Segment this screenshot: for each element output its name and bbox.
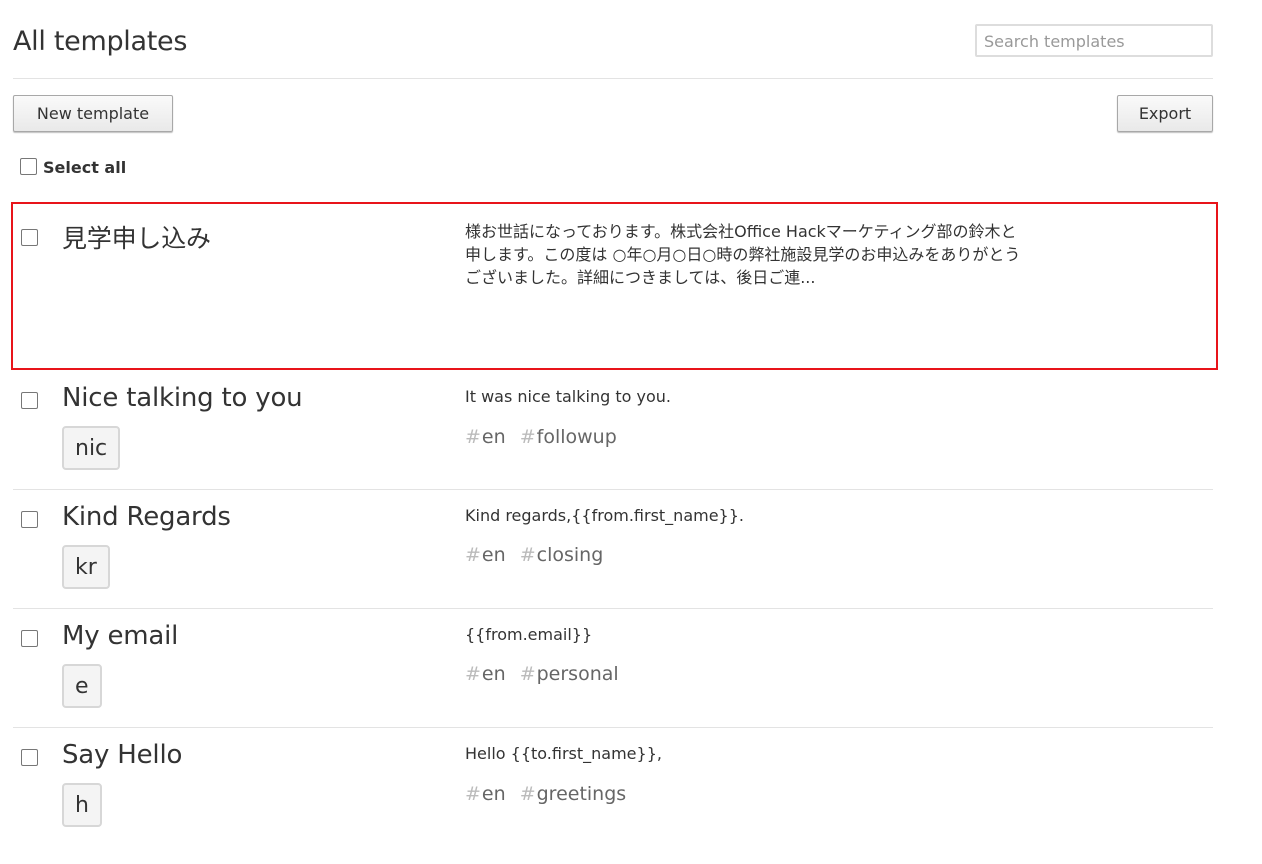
shortcut-badge: e (62, 664, 102, 708)
select-all[interactable]: Select all (20, 158, 126, 177)
tag[interactable]: #closing (520, 544, 604, 566)
shortcut-badge: nic (62, 426, 121, 470)
template-title[interactable]: My email (62, 621, 178, 651)
shortcut-badge: kr (62, 545, 110, 589)
template-row[interactable]: 見学申し込み 様お世話になっております。株式会社Office Hackマーケティ… (13, 202, 1213, 370)
tag[interactable]: #en (465, 663, 506, 685)
tag[interactable]: #en (465, 544, 506, 566)
template-preview: Kind regards,{{from.first_name}}. (465, 506, 744, 525)
template-title[interactable]: Nice talking to you (62, 383, 303, 413)
tag-list: #en #greetings (465, 783, 634, 805)
tag[interactable]: #en (465, 783, 506, 805)
select-all-label: Select all (43, 158, 127, 177)
template-row[interactable]: Nice talking to you nic It was nice talk… (13, 370, 1213, 490)
select-all-checkbox[interactable] (20, 158, 37, 175)
template-row[interactable]: Say Hello h Hello {{to.first_name}}, #en… (13, 728, 1213, 848)
template-title[interactable]: Say Hello (62, 740, 182, 770)
templates-page: All templates New template Export Select… (0, 0, 1262, 864)
template-preview: {{from.email}} (465, 625, 593, 644)
template-row[interactable]: Kind Regards kr Kind regards,{{from.firs… (13, 490, 1213, 609)
template-row[interactable]: My email e {{from.email}} #en #personal (13, 609, 1213, 728)
shortcut-badge: h (62, 783, 102, 827)
template-preview: Hello {{to.first_name}}, (465, 744, 662, 763)
tag[interactable]: #followup (520, 426, 617, 448)
tag[interactable]: #personal (520, 663, 619, 685)
template-preview: 様お世話になっております。株式会社Office Hackマーケティング部の鈴木と… (465, 222, 1021, 287)
tag-list: #en #personal (465, 663, 627, 685)
row-checkbox[interactable] (21, 749, 38, 766)
new-template-button[interactable]: New template (13, 95, 173, 132)
page-title: All templates (13, 26, 188, 57)
tag-list: #en #closing (465, 544, 611, 566)
row-checkbox[interactable] (21, 229, 38, 246)
template-title[interactable]: 見学申し込み (62, 219, 211, 255)
row-checkbox[interactable] (21, 511, 38, 528)
page-header: All templates (13, 0, 1213, 79)
tag-list: #en #followup (465, 426, 625, 448)
tag[interactable]: #en (465, 426, 506, 448)
search-input[interactable] (975, 24, 1213, 57)
tag[interactable]: #greetings (520, 783, 627, 805)
row-checkbox[interactable] (21, 392, 38, 409)
row-checkbox[interactable] (21, 630, 38, 647)
export-button[interactable]: Export (1117, 95, 1213, 132)
template-preview: It was nice talking to you. (465, 387, 671, 406)
template-title[interactable]: Kind Regards (62, 502, 231, 532)
